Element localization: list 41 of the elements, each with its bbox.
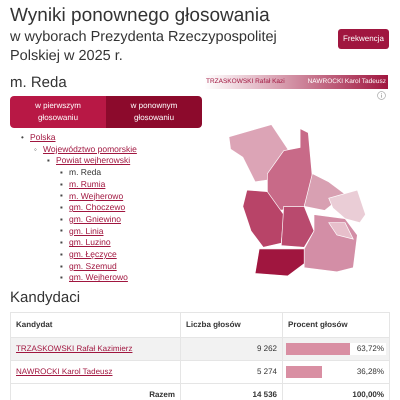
section-heading: Kandydaci — [10, 288, 82, 308]
tree-link[interactable]: m. Rumia — [69, 178, 106, 191]
bullet-icon: ▪ — [47, 157, 52, 166]
tree-link[interactable]: gm. Luzino — [69, 237, 111, 250]
table-cell: 63,72% — [356, 343, 384, 356]
bullet-icon: ▪ — [60, 180, 65, 189]
tree-link[interactable]: Polska — [30, 132, 56, 144]
bullet-icon: ▪ — [60, 250, 65, 259]
tab[interactable]: w ponownym głosowaniu — [106, 96, 202, 128]
tab[interactable]: w pierwszym głosowaniu — [10, 96, 106, 128]
bullet-icon: ▪ — [60, 168, 65, 177]
area-name: m. Reda — [10, 74, 68, 92]
page-title: Wyniki ponownego głosowania — [10, 4, 271, 28]
table-cell: 5 274 — [180, 360, 282, 384]
bullet-icon: ◦ — [34, 146, 39, 154]
bullet-icon: ▪ — [60, 262, 65, 271]
bullet-icon: ▪ — [60, 239, 65, 248]
bullet-icon: ▪ — [60, 192, 65, 200]
tree-link[interactable]: gm. Wejherowo — [69, 272, 128, 284]
tree-link[interactable]: Powiat wejherowski — [56, 155, 130, 168]
info-icon[interactable] — [377, 91, 386, 100]
tree-link[interactable]: gm. Linia — [69, 226, 104, 238]
tree-link[interactable]: gm. Gniewino — [69, 214, 121, 226]
tree-link[interactable]: gm. Szemud — [69, 260, 117, 272]
tree-link[interactable]: gm. Łęczyce — [69, 249, 117, 261]
tree-link[interactable]: Województwo pomorskie — [43, 144, 137, 156]
tree-link[interactable]: m. Wejherowo — [69, 190, 124, 202]
tree-item: m. Reda — [69, 167, 102, 179]
column-header[interactable]: Kandydat — [10, 312, 180, 338]
bullet-icon: ▪ — [60, 227, 65, 236]
turnout-button[interactable]: Frekwencja — [338, 29, 389, 49]
bullet-icon: ▪ — [60, 274, 65, 282]
page-subtitle: w wyborach Prezydenta Rzeczypospolitej Polskiej w 2025 r. — [10, 28, 278, 66]
bullet-icon: ▪ — [60, 216, 65, 224]
table-cell: Razem — [10, 384, 180, 400]
column-header[interactable]: Liczba głosów — [180, 312, 282, 338]
bullet-icon: • — [21, 134, 26, 142]
bullet-icon: ▪ — [60, 204, 65, 212]
column-header[interactable]: Procent głosów — [282, 312, 390, 338]
tree-link[interactable]: gm. Choczewo — [69, 202, 126, 214]
table-cell: 36,28% — [356, 366, 384, 378]
